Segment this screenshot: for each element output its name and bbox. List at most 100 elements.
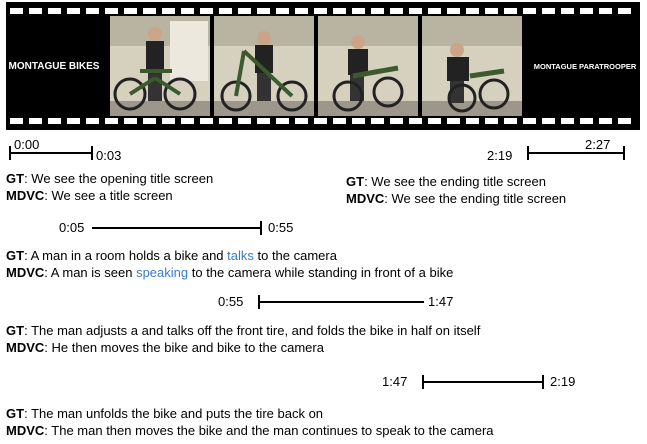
film-perforations-top — [10, 8, 636, 14]
film-perforation — [333, 8, 346, 14]
film-perforation — [580, 118, 593, 124]
film-perforation — [409, 8, 422, 14]
film-perforation — [466, 118, 479, 124]
film-perforation — [124, 8, 137, 14]
film-perforation — [105, 8, 118, 14]
film-perforation — [618, 118, 631, 124]
segment-1-start-time: 0:00 — [14, 137, 40, 152]
film-perforation — [504, 8, 517, 14]
film-perforation — [295, 118, 308, 124]
film-perforation — [523, 118, 536, 124]
film-perforation — [371, 118, 384, 124]
film-perforation — [428, 118, 441, 124]
caption-4-gt: GT: The man adjusts a and talks off the … — [6, 323, 481, 338]
ending-title-text: MONTAGUE PARATROOPER — [533, 61, 637, 71]
film-perforation — [542, 118, 555, 124]
video-filmstrip: MONTAGUE BIKES MONTAGUE PARATROOPER — [6, 2, 640, 130]
video-frame-2 — [214, 16, 314, 116]
film-perforation — [466, 8, 479, 14]
film-perforation — [257, 118, 270, 124]
segment-4-end-time: 1:47 — [428, 294, 454, 309]
film-perforation — [409, 118, 422, 124]
caption-3-mdvc: MDVC: A man is seen speaking to the came… — [6, 265, 454, 280]
film-perforation — [599, 8, 612, 14]
segment-4-start-time: 0:55 — [218, 294, 244, 309]
film-perforation — [352, 118, 365, 124]
film-perforation — [447, 8, 460, 14]
caption-2-mdvc: MDVC: We see the ending title screen — [346, 191, 567, 206]
caption-5-mdvc: MDVC: The man then moves the bike and th… — [6, 423, 494, 438]
film-perforation — [504, 118, 517, 124]
film-perforation — [333, 118, 346, 124]
film-perforation — [314, 118, 327, 124]
segment-3-start-time: 0:05 — [59, 220, 85, 235]
timeline-segment-5 — [422, 375, 544, 389]
film-perforation — [181, 8, 194, 14]
film-perforation — [124, 118, 137, 124]
film-perforation — [390, 118, 403, 124]
segment-5-start-time: 1:47 — [382, 374, 408, 389]
timeline-segment-4 — [258, 295, 426, 309]
film-perforation — [561, 118, 574, 124]
film-perforation — [67, 118, 80, 124]
caption-5-gt: GT: The man unfolds the bike and puts th… — [6, 406, 324, 421]
film-perforation — [238, 118, 251, 124]
film-perforation — [599, 118, 612, 124]
film-perforation — [67, 8, 80, 14]
film-perforation — [29, 118, 42, 124]
caption-3-gt: GT: A man in a room holds a bike and tal… — [6, 248, 337, 263]
film-perforation — [428, 8, 441, 14]
film-perforation — [143, 118, 156, 124]
film-perforation — [485, 8, 498, 14]
highlight-word-speaking: speaking — [136, 265, 189, 280]
film-perforation — [200, 8, 213, 14]
film-perforation — [314, 8, 327, 14]
caption-1-gt: GT: We see the opening title screen — [6, 171, 214, 186]
film-perforation — [143, 8, 156, 14]
opening-title-text: MONTAGUE BIKES — [8, 60, 100, 72]
film-perforation — [200, 118, 213, 124]
video-frame-3 — [318, 16, 418, 116]
opening-title-card: MONTAGUE BIKES — [8, 22, 106, 110]
film-perforation — [86, 118, 99, 124]
film-perforation — [238, 8, 251, 14]
film-perforation — [219, 8, 232, 14]
film-perforation — [10, 118, 23, 124]
segment-2-end-time: 2:27 — [585, 137, 611, 152]
film-perforation — [257, 8, 270, 14]
timeline-segment-3 — [92, 221, 264, 235]
caption-4-mdvc: MDVC: He then moves the bike and bike to… — [6, 340, 324, 355]
segment-3-end-time: 0:55 — [268, 220, 294, 235]
film-perforation — [371, 8, 384, 14]
film-perforation — [352, 8, 365, 14]
film-perforation — [618, 8, 631, 14]
caption-1-mdvc: MDVC: We see a title screen — [6, 188, 173, 203]
highlight-word-talks: talks — [227, 248, 254, 263]
segment-1-end-time: 0:03 — [96, 148, 122, 163]
caption-2-gt: GT: We see the ending title screen — [346, 174, 546, 189]
film-perforation — [390, 8, 403, 14]
film-perforation — [219, 118, 232, 124]
segment-2-start-time: 2:19 — [487, 148, 513, 163]
film-perforation — [485, 118, 498, 124]
film-perforation — [542, 8, 555, 14]
segment-5-end-time: 2:19 — [550, 374, 576, 389]
video-frame-4 — [422, 16, 522, 116]
film-perforation — [276, 8, 289, 14]
video-frame-1 — [110, 16, 210, 116]
film-perforation — [29, 8, 42, 14]
film-perforation — [295, 8, 308, 14]
film-perforation — [48, 8, 61, 14]
film-perforation — [561, 8, 574, 14]
film-perforation — [447, 118, 460, 124]
film-perforations-bottom — [10, 118, 636, 124]
film-perforation — [162, 8, 175, 14]
ending-title-card: MONTAGUE PARATROOPER — [528, 22, 638, 110]
film-perforation — [162, 118, 175, 124]
film-perforation — [48, 118, 61, 124]
film-perforation — [105, 118, 118, 124]
film-perforation — [181, 118, 194, 124]
film-perforation — [276, 118, 289, 124]
film-perforation — [86, 8, 99, 14]
film-perforation — [580, 8, 593, 14]
